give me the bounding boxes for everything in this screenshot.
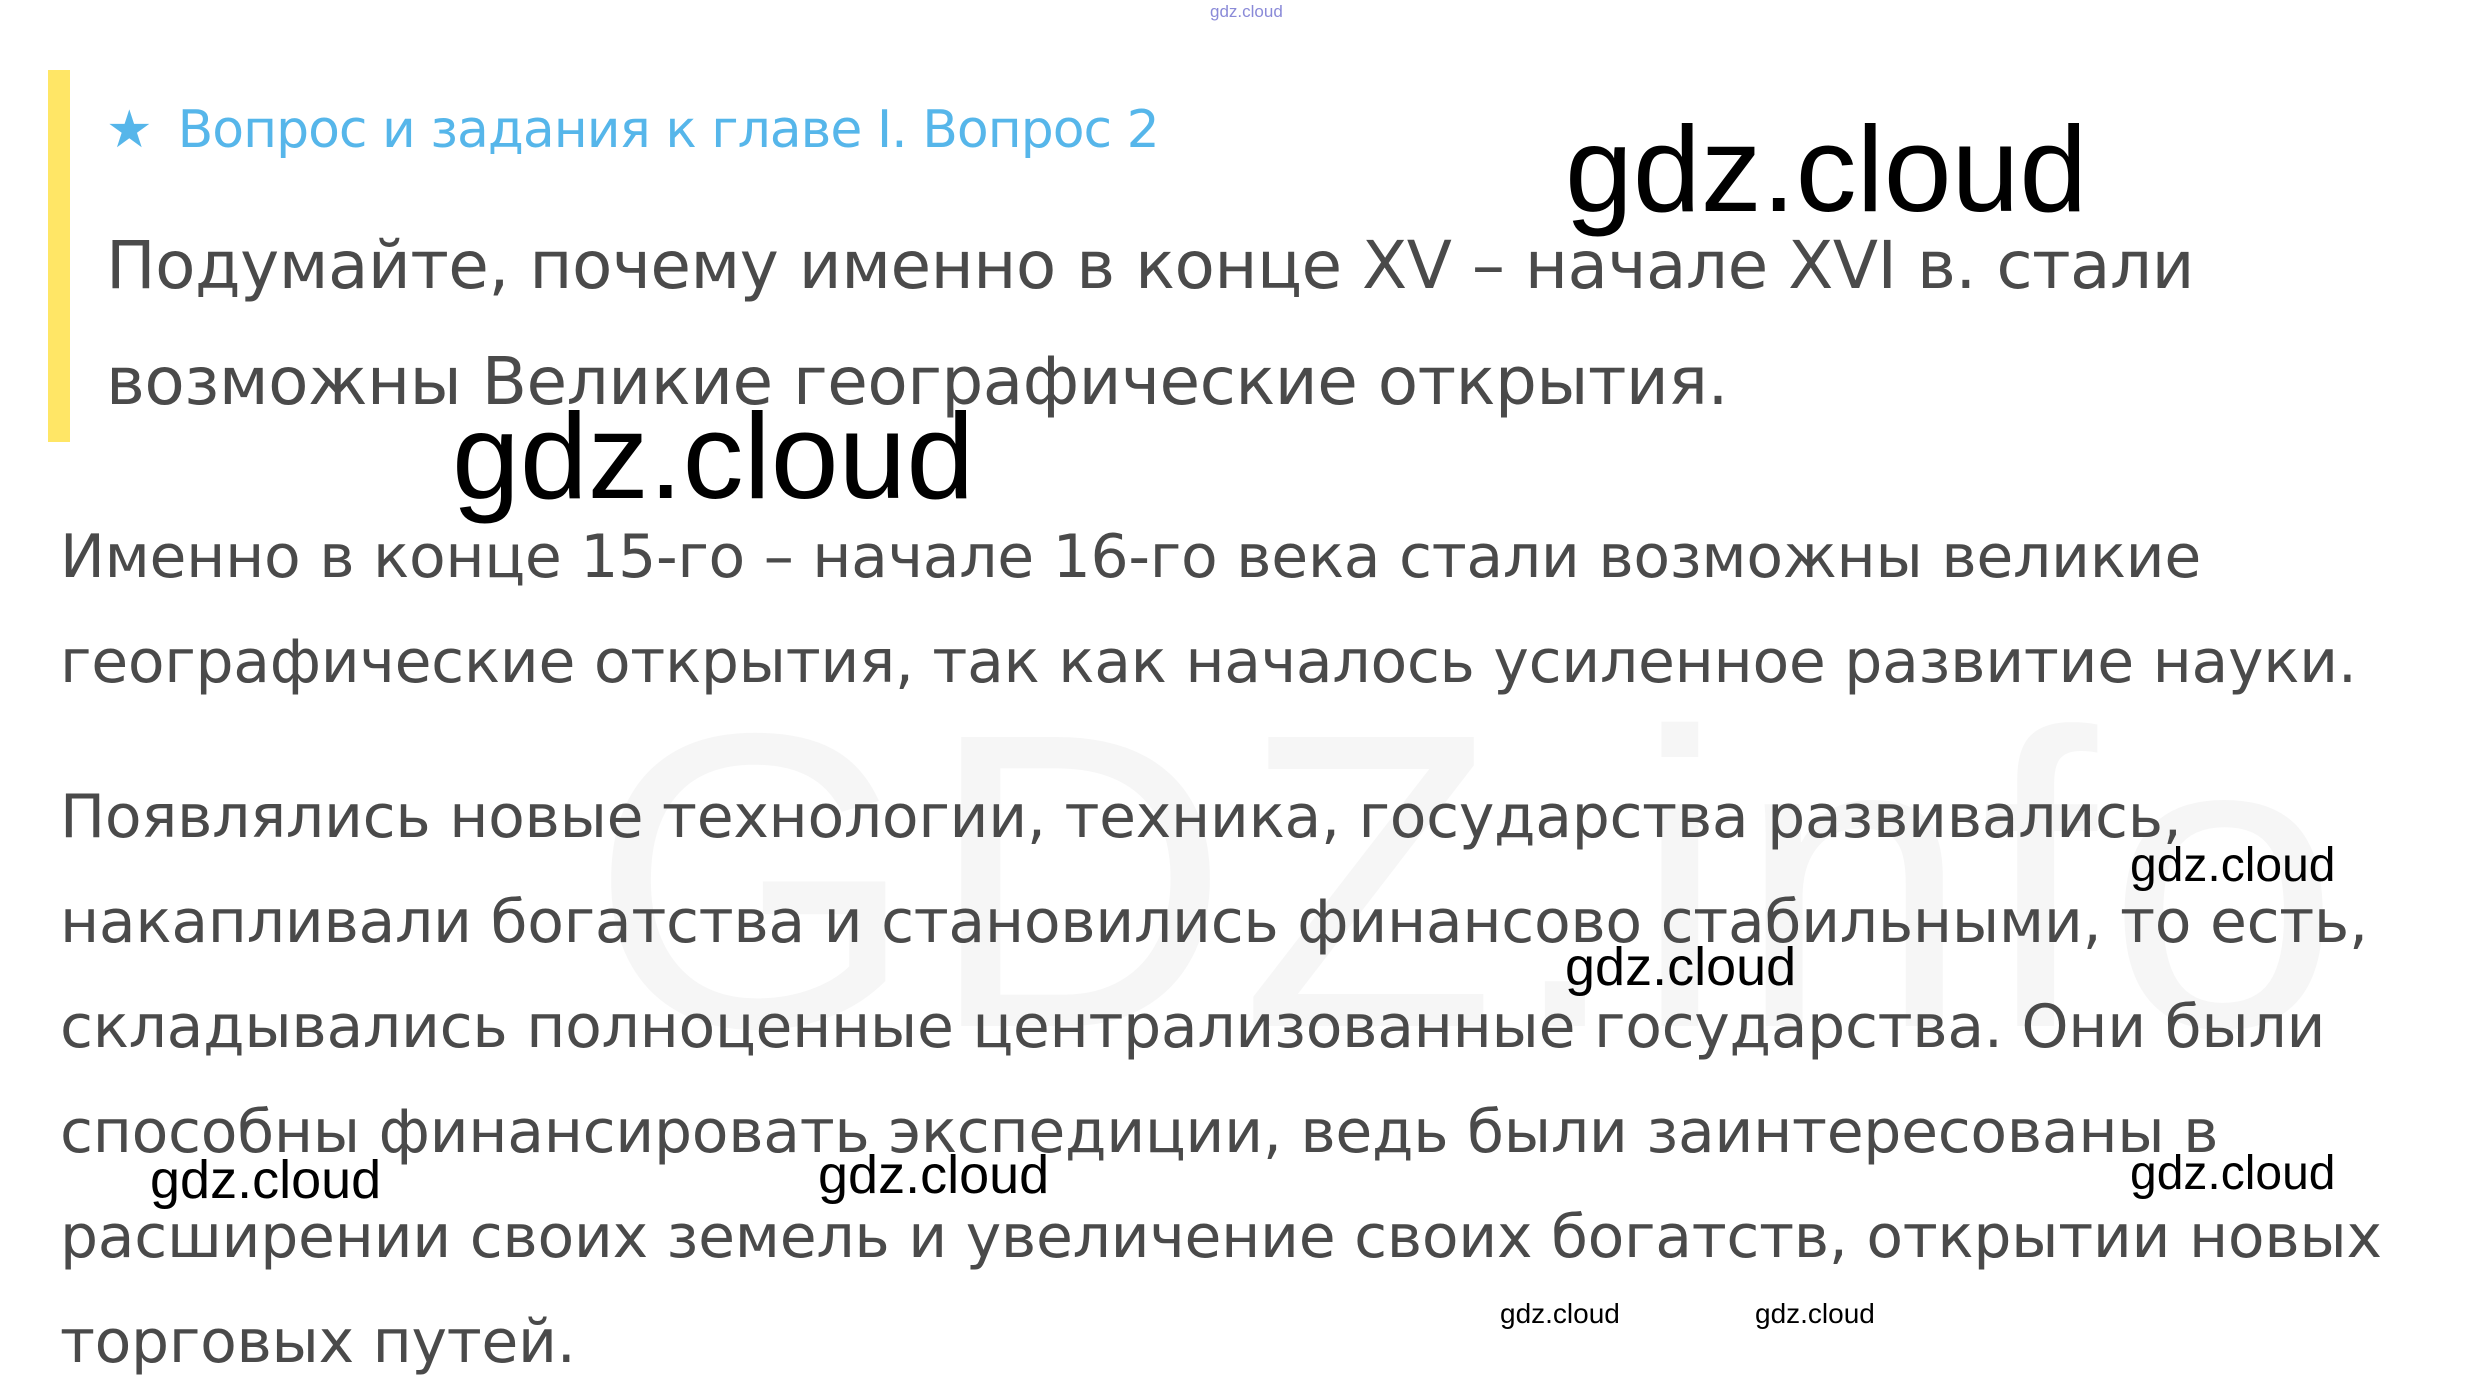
question-text: Подумайте, почему именно в конце XV – на… — [106, 227, 2195, 420]
watermark-center-1: gdz.cloud — [1565, 937, 1797, 997]
watermark-small-2: gdz.cloud — [1755, 1298, 1875, 1329]
watermark-large-mid: gdz.cloud — [452, 388, 975, 524]
answer-body: Именно в конце 15-го – начале 16-го века… — [60, 505, 2440, 1395]
watermark-left-bottom: gdz.cloud — [150, 1150, 382, 1210]
answer-paragraph-2: Появлялись новые технологии, техника, го… — [60, 782, 2382, 1377]
watermark-right-2: gdz.cloud — [2130, 1147, 2336, 1200]
question-header-text: Вопрос и задания к главе I. Вопрос 2 — [177, 100, 1160, 160]
question-accent-bar — [48, 70, 70, 442]
star-icon: ★ — [106, 100, 153, 160]
question-header: ★ Вопрос и задания к главе I. Вопрос 2 — [106, 100, 1160, 160]
watermark-small-1: gdz.cloud — [1500, 1298, 1620, 1329]
watermark-center-bottom: gdz.cloud — [818, 1145, 1050, 1205]
watermark-large-top: gdz.cloud — [1565, 101, 2088, 237]
top-watermark: gdz.cloud — [1210, 2, 1283, 21]
watermark-right-1: gdz.cloud — [2130, 839, 2336, 892]
answer-paragraph-1: Именно в конце 15-го – начале 16-го века… — [60, 522, 2357, 697]
